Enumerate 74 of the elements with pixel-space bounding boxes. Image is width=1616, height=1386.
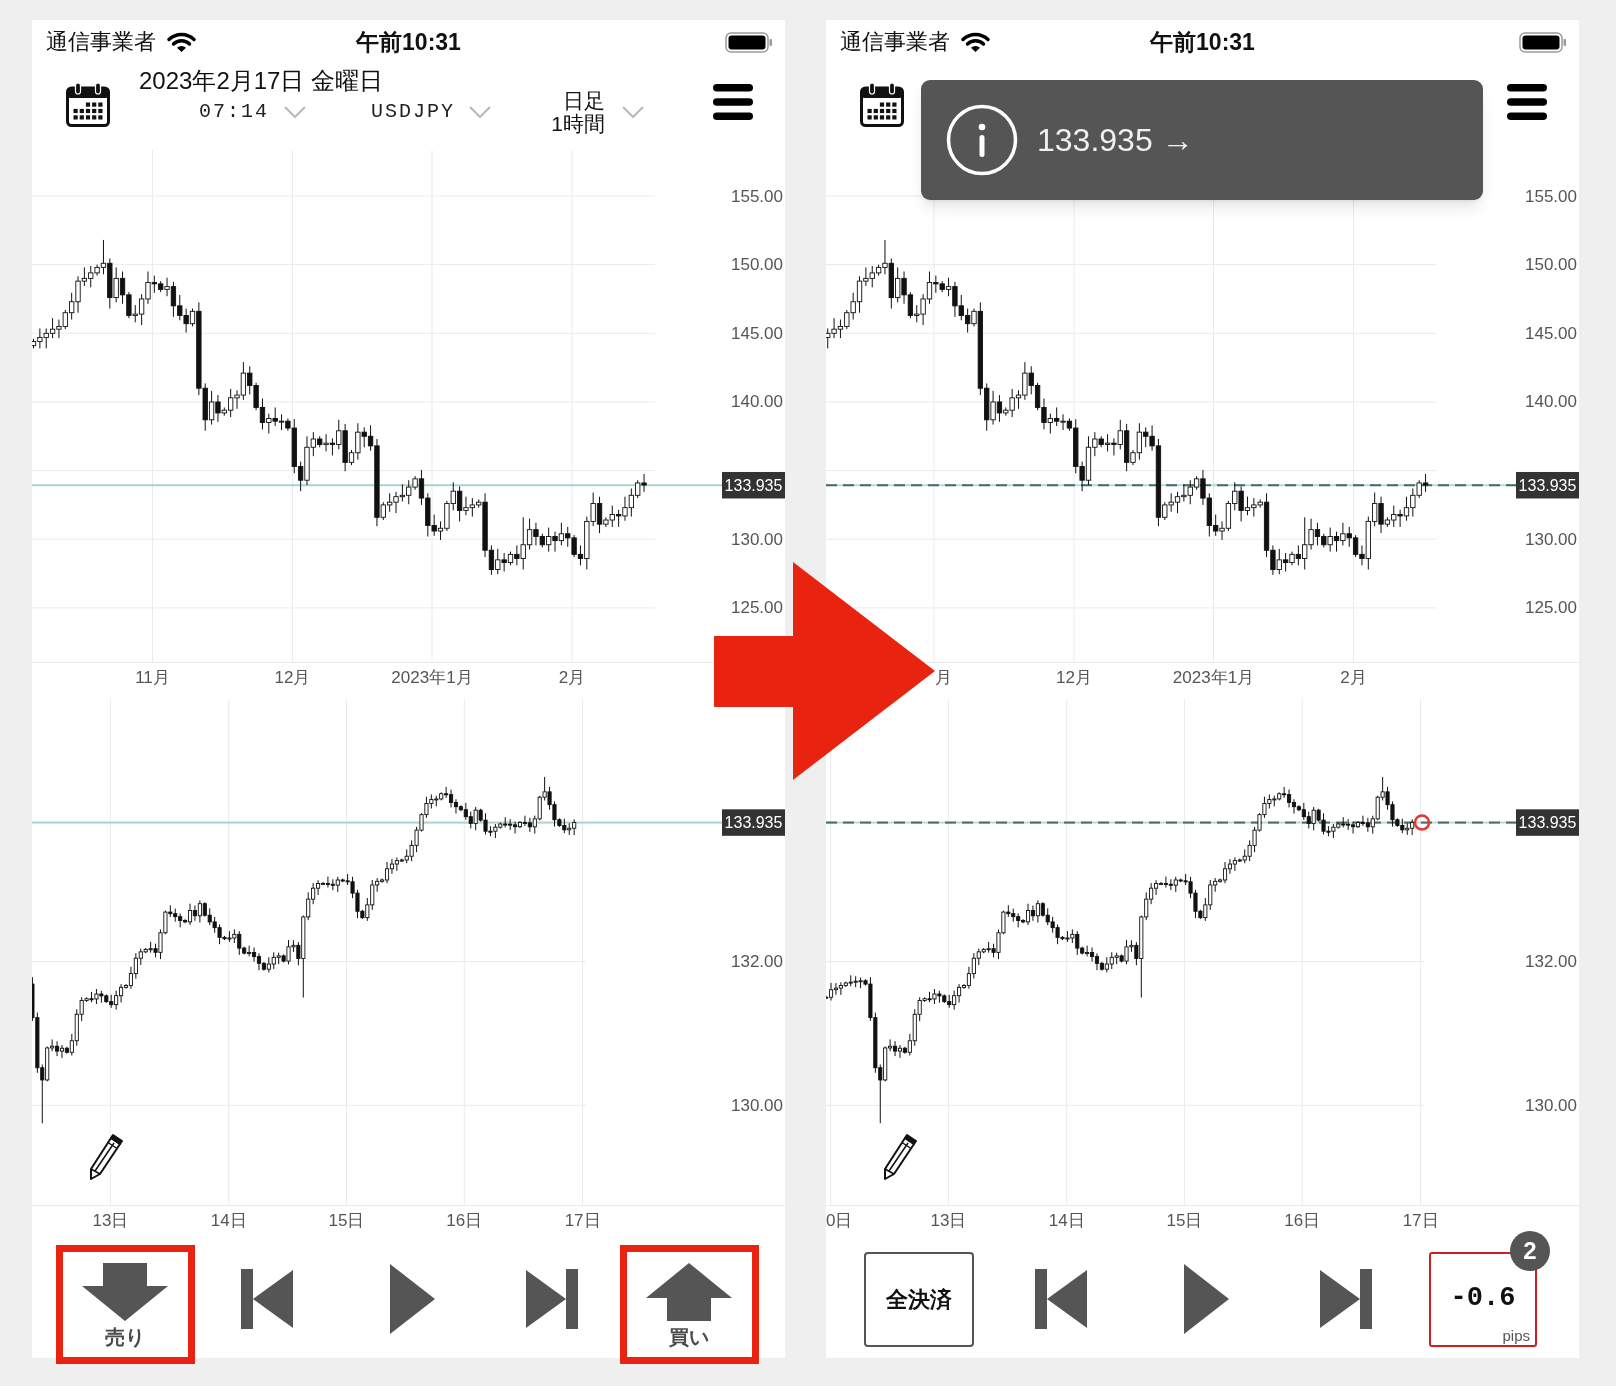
toast-text: 133.935 → — [1037, 124, 1194, 156]
date-axis-label: 12月 — [1056, 668, 1092, 687]
date-axis-label: 17日 — [564, 1210, 601, 1230]
close-all-button[interactable]: 全決済 — [864, 1252, 974, 1347]
skip-forward-icon[interactable] — [1320, 1269, 1372, 1329]
date-axis-label: 17日 — [1402, 1210, 1439, 1230]
skip-forward-icon[interactable] — [526, 1269, 578, 1329]
count-badge: 2 — [1510, 1231, 1550, 1271]
calendar-icon[interactable] — [66, 82, 110, 127]
price-axis-label: 150.00 — [731, 255, 783, 275]
battery-icon — [725, 31, 773, 53]
price-tag: 133.935 — [1516, 471, 1579, 499]
date-label: 2023年2月17日 金曜日 — [139, 69, 384, 93]
skip-back-icon[interactable] — [241, 1269, 293, 1329]
date-axis-label: 13日 — [930, 1210, 967, 1230]
price-axis-label: 125.00 — [1525, 598, 1577, 618]
date-axis-label: 0日 — [826, 1210, 853, 1230]
price-tag: 133.935 — [722, 471, 785, 499]
price-axis-label: 140.00 — [1525, 392, 1577, 412]
wifi-icon — [961, 31, 990, 53]
date-axis-label: 12月 — [274, 668, 311, 687]
carrier-name: 通信事業者 — [46, 31, 156, 53]
price-axis-label: 145.00 — [1525, 323, 1577, 343]
timeframe-dropdown[interactable]: 日足 1時間 — [551, 88, 644, 135]
down-arrow-icon — [82, 1263, 168, 1321]
calendar-icon[interactable] — [860, 82, 904, 127]
status-time: 午前10:31 — [1150, 30, 1255, 54]
status-time: 午前10:31 — [356, 30, 461, 54]
info-icon — [946, 104, 1018, 176]
date-axis-label: 11月 — [135, 668, 170, 687]
price-axis-label: 130.00 — [731, 529, 783, 549]
up-arrow-icon — [646, 1263, 732, 1321]
price-axis-label: 140.00 — [731, 392, 783, 412]
price-axis-label: 150.00 — [1525, 255, 1577, 275]
price-axis-label: 130.00 — [1525, 1095, 1577, 1115]
price-axis-label: 145.00 — [731, 323, 783, 343]
sell-button[interactable]: 売り — [62, 1252, 188, 1357]
date-axis-label: 2月 — [558, 668, 586, 687]
date-axis-label: 16日 — [1284, 1210, 1321, 1230]
date-axis-label: 2023年1月 — [391, 668, 473, 687]
price-axis-label: 130.00 — [731, 1095, 783, 1115]
wifi-icon — [167, 31, 196, 53]
date-axis-label: 13日 — [92, 1210, 129, 1230]
price-tag: 133.935 — [722, 809, 785, 836]
date-axis-label: 2月 — [1340, 668, 1367, 687]
price-axis-label: 130.00 — [1525, 529, 1577, 549]
menu-icon[interactable] — [1507, 84, 1547, 120]
chevron-down-icon — [622, 105, 644, 118]
pencil-icon[interactable] — [90, 1134, 123, 1180]
date-axis-label: 月 — [935, 668, 952, 687]
symbol-dropdown[interactable]: USDJPY — [371, 101, 492, 122]
play-icon[interactable] — [389, 1264, 435, 1334]
play-icon[interactable] — [1183, 1264, 1229, 1334]
date-axis-label: 16日 — [446, 1210, 483, 1230]
chevron-down-icon — [469, 105, 492, 118]
date-axis-label: 15日 — [328, 1210, 365, 1230]
menu-icon[interactable] — [713, 84, 753, 120]
price-axis-label: 155.00 — [1525, 186, 1577, 206]
skip-back-icon[interactable] — [1035, 1269, 1087, 1329]
carrier-name: 通信事業者 — [840, 31, 950, 53]
battery-icon — [1519, 31, 1567, 53]
date-axis-label: 14日 — [210, 1210, 247, 1230]
date-axis-label: 15日 — [1166, 1210, 1203, 1230]
price-tag: 133.935 — [1516, 809, 1579, 836]
price-axis-label: 132.00 — [731, 952, 783, 972]
price-axis-label: 132.00 — [1525, 952, 1577, 972]
price-axis-label: 125.00 — [731, 598, 783, 618]
price-axis-label: 155.00 — [731, 186, 783, 206]
pencil-icon[interactable] — [884, 1134, 917, 1180]
chevron-down-icon — [284, 105, 306, 118]
date-axis-label: 14日 — [1048, 1210, 1085, 1230]
time-dropdown[interactable]: 07:14 — [199, 101, 306, 122]
date-axis-label: 2023年1月 — [1172, 668, 1255, 687]
buy-button[interactable]: 買い — [626, 1252, 752, 1357]
